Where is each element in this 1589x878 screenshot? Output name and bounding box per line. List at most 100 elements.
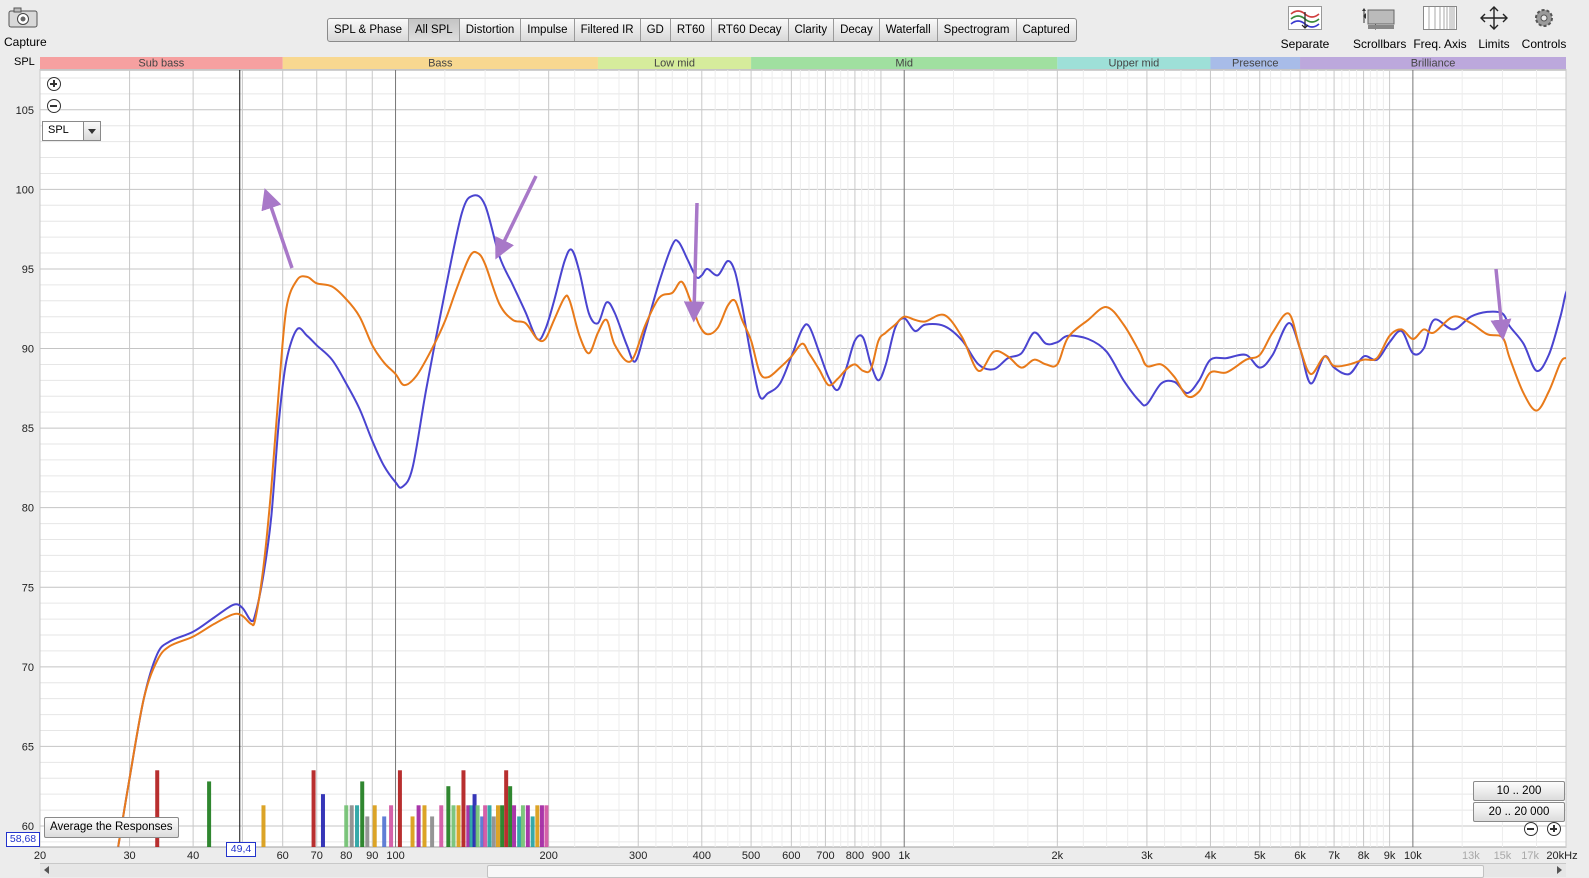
x-tick-label: 20 <box>34 850 46 862</box>
frequency-marker <box>382 816 387 847</box>
x-tick-label: 5k <box>1254 850 1266 862</box>
x-tick-label: 200 <box>539 850 557 862</box>
range-20-20000-button[interactable]: 20 .. 20 000 <box>1473 802 1565 822</box>
x-tick-label: 17k <box>1521 850 1539 862</box>
frequency-marker <box>520 805 525 847</box>
average-responses-button[interactable]: Average the Responses <box>44 817 179 838</box>
x-tick-label: 10k <box>1404 850 1422 862</box>
frequency-marker <box>451 805 456 847</box>
y-tick-label: 70 <box>22 662 34 674</box>
frequency-marker <box>446 786 451 847</box>
range-10-200-button[interactable]: 10 .. 200 <box>1473 781 1565 801</box>
x-tick-label: 60 <box>277 850 289 862</box>
frequency-marker <box>261 805 266 847</box>
frequency-marker <box>372 805 377 847</box>
zoom-in-icon[interactable] <box>47 77 61 91</box>
x-tick-label: 90 <box>366 850 378 862</box>
x-tick-label: 20kHz <box>1546 850 1577 862</box>
scroll-right-icon[interactable] <box>1557 866 1562 874</box>
scroll-left-icon[interactable] <box>44 866 49 874</box>
x-tick-label: 13k <box>1462 850 1480 862</box>
x-tick-label: 800 <box>846 850 864 862</box>
horizontal-zoom-in-icon[interactable] <box>1547 822 1561 836</box>
x-tick-label: 900 <box>872 850 890 862</box>
band-label: Mid <box>895 58 913 70</box>
x-tick-label: 700 <box>816 850 834 862</box>
frequency-marker <box>504 770 509 847</box>
frequency-marker <box>207 781 212 847</box>
x-tick-label: 400 <box>693 850 711 862</box>
frequency-marker <box>311 770 316 847</box>
frequency-marker <box>461 770 466 847</box>
x-tick-label: 600 <box>782 850 800 862</box>
frequency-marker <box>410 816 415 847</box>
x-tick-label: 7k <box>1328 850 1340 862</box>
frequency-marker <box>389 805 394 847</box>
frequency-marker <box>517 816 522 847</box>
chevron-down-icon[interactable] <box>83 122 100 140</box>
x-tick-label: 100 <box>386 850 404 862</box>
x-tick-label: 80 <box>340 850 352 862</box>
frequency-marker <box>530 816 535 847</box>
x-tick-label: 3k <box>1141 850 1153 862</box>
x-tick-label: 9k <box>1384 850 1396 862</box>
frequency-marker <box>430 816 435 847</box>
scrollbar-thumb[interactable] <box>487 865 1484 878</box>
x-tick-label: 6k <box>1294 850 1306 862</box>
frequency-marker <box>487 805 492 847</box>
frequency-marker <box>475 805 480 847</box>
frequency-marker <box>422 805 427 847</box>
frequency-marker <box>512 805 517 847</box>
frequency-marker <box>397 770 402 847</box>
frequency-marker <box>416 805 421 847</box>
x-tick-label: 300 <box>629 850 647 862</box>
y-tick-label: 100 <box>16 184 34 196</box>
band-label: Low mid <box>654 58 695 70</box>
y-tick-label: 95 <box>22 264 34 276</box>
spl-plot[interactable]: Sub bass Bass Low mid Mid Upper mid Presence B… <box>0 0 1589 876</box>
frequency-marker <box>539 805 544 847</box>
x-tick-label: 1k <box>898 850 910 862</box>
frequency-marker <box>535 805 540 847</box>
frequency-marker <box>344 805 349 847</box>
x-tick-label: 500 <box>742 850 760 862</box>
x-tick-label: 15k <box>1494 850 1512 862</box>
x-tick-label: 30 <box>123 850 135 862</box>
horizontal-scrollbar[interactable] <box>40 863 1566 878</box>
frequency-marker <box>355 805 360 847</box>
frequency-marker <box>456 805 461 847</box>
frequency-marker <box>365 816 370 847</box>
x-tick-label: 4k <box>1205 850 1217 862</box>
frequency-marker <box>360 781 365 847</box>
x-tick-label: 40 <box>187 850 199 862</box>
horizontal-zoom-out-icon[interactable] <box>1524 822 1538 836</box>
spl-select-value: SPL <box>48 124 69 136</box>
frequency-marker <box>525 805 530 847</box>
y-tick-label: 90 <box>22 344 34 356</box>
band-label: Sub bass <box>138 58 184 70</box>
frequency-marker <box>500 805 505 847</box>
band-label: Brilliance <box>1411 58 1456 70</box>
frequency-marker <box>349 805 354 847</box>
y-tick-label: 65 <box>22 741 34 753</box>
x-tick-label: 8k <box>1358 850 1370 862</box>
frequency-marker <box>439 805 444 847</box>
frequency-marker <box>544 805 549 847</box>
frequency-marker <box>491 816 496 847</box>
y-tick-label: 80 <box>22 503 34 515</box>
band-label: Bass <box>428 58 453 70</box>
y-tick-label: 75 <box>22 582 34 594</box>
band-label: Upper mid <box>1109 58 1160 70</box>
spl-cursor-readout: 58,68 <box>6 832 40 847</box>
x-tick-label: 2k <box>1052 850 1064 862</box>
spl-select[interactable]: SPL <box>42 121 101 141</box>
y-tick-label: 85 <box>22 423 34 435</box>
freq-cursor-readout: 49,4 <box>226 842 256 857</box>
frequency-marker <box>320 794 325 847</box>
frequency-marker <box>495 805 500 847</box>
y-tick-label: 105 <box>16 105 34 117</box>
band-label: Presence <box>1232 58 1278 70</box>
frequency-marker <box>483 805 488 847</box>
zoom-out-icon[interactable] <box>47 99 61 113</box>
x-tick-label: 70 <box>311 850 323 862</box>
